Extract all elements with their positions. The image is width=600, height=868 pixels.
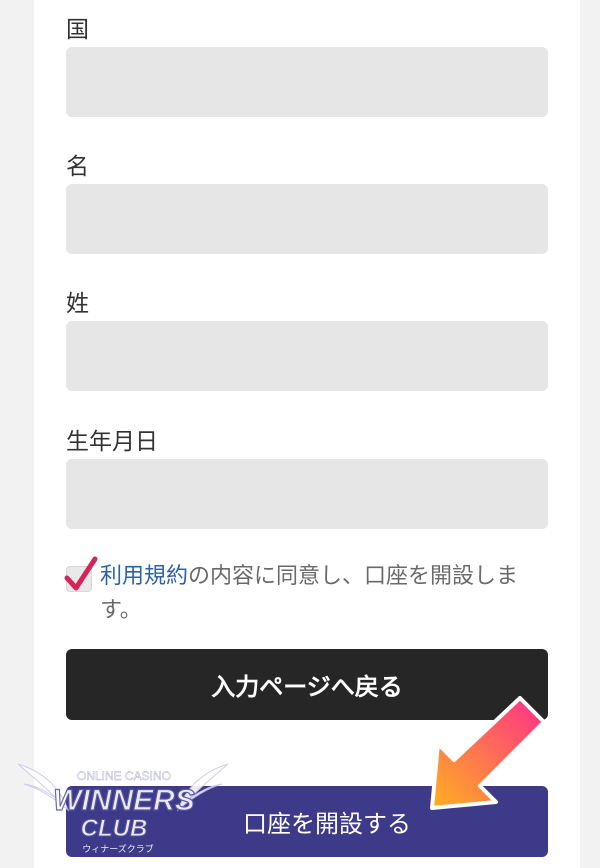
- back-button-label: 入力ページへ戻る: [211, 673, 403, 701]
- logo-line1: ONLINE CASINO: [77, 769, 171, 783]
- country-label: 国: [66, 17, 89, 43]
- birthdate-field[interactable]: [66, 459, 548, 529]
- logo-line2: WINNERS: [53, 784, 195, 817]
- last-name-label: 姓: [66, 291, 89, 317]
- checkmark-icon: [64, 556, 98, 591]
- open-account-button-label: 口座を開設する: [243, 810, 411, 838]
- logo-line4: ウィナーズクラブ: [82, 843, 154, 855]
- terms-link[interactable]: 利用規約: [100, 564, 188, 589]
- country-field[interactable]: [66, 47, 548, 117]
- arrow-pointer-icon: [430, 696, 546, 810]
- first-name-label: 名: [66, 154, 89, 180]
- first-name-field[interactable]: [66, 184, 548, 254]
- logo-line3: CLUB: [81, 815, 148, 842]
- last-name-field[interactable]: [66, 321, 548, 391]
- consent-text: 利用規約の内容に同意し、口座を開設します。: [100, 560, 540, 628]
- winners-club-logo: ONLINE CASINO WINNERS CLUB ウィナーズクラブ: [17, 763, 229, 855]
- birthdate-label: 生年月日: [66, 429, 158, 455]
